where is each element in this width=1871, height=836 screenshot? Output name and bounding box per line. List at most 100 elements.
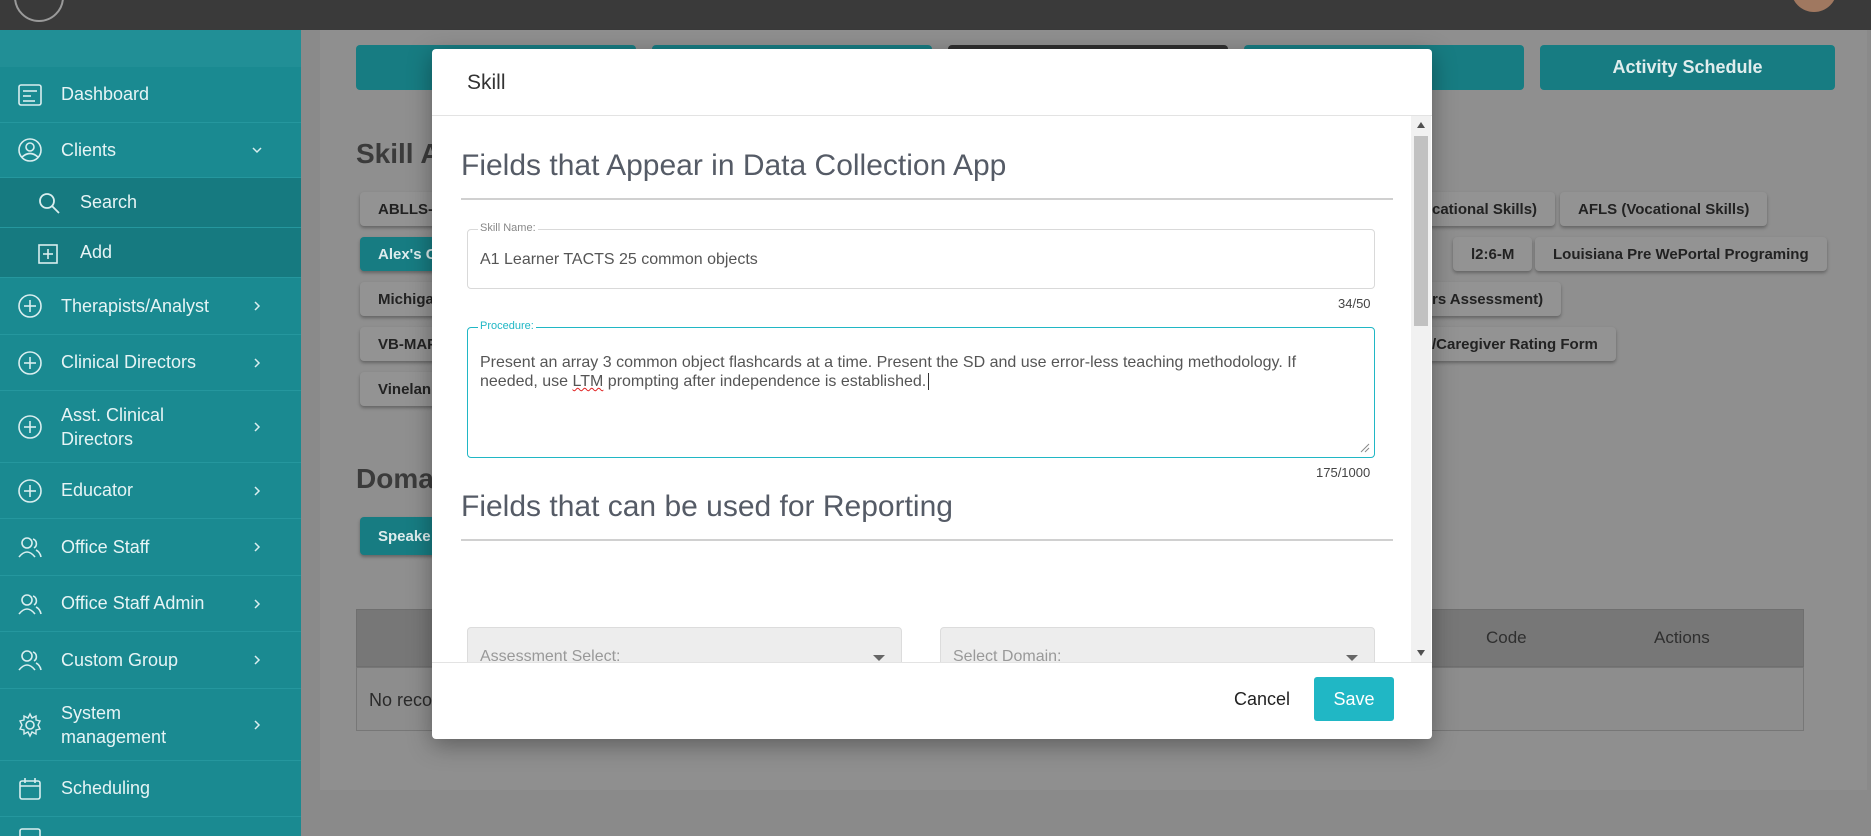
sidebar-item-office-staff-admin[interactable]: Office Staff Admin xyxy=(0,576,301,632)
assessment-select-placeholder: Assessment Select: xyxy=(480,648,621,662)
sidebar-item-dashboard[interactable]: Dashboard xyxy=(0,67,301,123)
sidebar-item-label: Clinical Directors xyxy=(61,352,197,372)
dialog-title: Skill xyxy=(467,71,506,94)
sidebar-item-educator[interactable]: Educator xyxy=(0,463,301,519)
procedure-value: Present an array 3 common object flashca… xyxy=(480,353,1360,391)
domain-heading: Doma xyxy=(356,463,434,494)
sidebar-header xyxy=(0,30,301,67)
chevron-right-icon xyxy=(254,421,261,432)
sidebar-item-scheduling[interactable]: Scheduling xyxy=(0,761,301,817)
assessment-chip[interactable]: rs Assessment) xyxy=(1420,282,1562,316)
sidebar-item-label: Educator xyxy=(61,480,134,500)
procedure-line: needed, use xyxy=(480,373,573,390)
sidebar-item-label: Scheduling xyxy=(61,778,151,798)
add-square-icon xyxy=(38,243,58,264)
plus-circle-icon xyxy=(18,350,42,375)
sidebar-item-asst-clinical-directors[interactable]: Asst. Clinical Directors xyxy=(0,391,301,463)
plus-circle-icon xyxy=(18,294,42,318)
procedure-line: prompting after independence is establis… xyxy=(603,373,927,390)
section-title-app-fields: Fields that Appear in Data Collection Ap… xyxy=(461,149,1007,182)
chevron-right-icon xyxy=(254,485,261,496)
search-icon xyxy=(39,192,60,214)
dashboard-icon xyxy=(18,83,42,106)
sidebar-item-add[interactable]: Add xyxy=(0,228,301,278)
chevron-right-icon xyxy=(254,655,261,665)
chevron-right-icon xyxy=(254,598,261,609)
column-header-code[interactable]: Code xyxy=(1486,628,1527,648)
sidebar-item-therapists[interactable]: Therapists/Analyst xyxy=(0,278,301,335)
sidebar-item-label: Therapists/Analyst xyxy=(61,295,210,316)
chevron-right-icon xyxy=(254,542,261,552)
user-avatar[interactable] xyxy=(1791,0,1837,12)
assessment-chip[interactable]: /Caregiver Rating Form xyxy=(1420,327,1616,361)
top-bar xyxy=(0,0,1871,30)
scroll-down-arrow-icon[interactable] xyxy=(1417,650,1425,656)
gear-icon xyxy=(18,711,42,738)
clients-submenu: Search Add xyxy=(0,178,301,278)
users-icon xyxy=(18,537,42,558)
skill-name-label: Skill Name: xyxy=(478,222,538,234)
sidebar-item-label: System management xyxy=(61,702,167,747)
chevron-right-icon xyxy=(254,357,261,368)
sidebar-item-label: Office Staff Admin xyxy=(61,593,205,613)
tab-activity-schedule[interactable]: Activity Schedule xyxy=(1540,45,1835,90)
users-icon xyxy=(18,650,42,671)
chevron-right-icon xyxy=(254,301,261,311)
scroll-thumb[interactable] xyxy=(1414,136,1428,326)
procedure-counter: 175/1000 xyxy=(1316,465,1371,480)
sidebar-item-clinical-directors[interactable]: Clinical Directors xyxy=(0,335,301,391)
sidebar-item-system-management[interactable]: System management xyxy=(0,689,301,761)
assessment-chip[interactable]: AFLS (Vocational Skills) xyxy=(1560,192,1768,226)
sidebar-item-label: Add xyxy=(80,242,113,262)
plus-circle-icon xyxy=(18,478,42,503)
sidebar-item-label: Office Staff xyxy=(61,536,150,557)
sidebar-item-office-staff[interactable]: Office Staff xyxy=(0,519,301,576)
procedure-textarea[interactable]: Procedure: Present an array 3 common obj… xyxy=(467,320,1375,458)
cancel-button[interactable]: Cancel xyxy=(1228,679,1296,719)
plus-circle-icon xyxy=(18,414,42,439)
sidebar-item-search[interactable]: Search xyxy=(0,178,301,228)
sidebar-item-more[interactable] xyxy=(0,817,301,836)
calendar-icon xyxy=(19,777,41,800)
empty-table-message: No reco xyxy=(369,690,433,710)
procedure-line: Present an array 3 common object flashca… xyxy=(480,354,1297,371)
dialog-body: Fields that Appear in Data Collection Ap… xyxy=(432,116,1432,662)
caret-down-icon xyxy=(873,655,885,661)
domain-select[interactable]: Select Domain: xyxy=(940,627,1375,662)
sidebar-item-label: Asst. Clinical Directors xyxy=(61,404,165,449)
resize-handle-icon[interactable] xyxy=(1360,443,1370,453)
domain-select-placeholder: Select Domain: xyxy=(953,648,1062,662)
dialog-scrollbar[interactable] xyxy=(1411,116,1431,662)
divider xyxy=(432,662,1432,663)
skill-name-field[interactable]: Skill Name: A1 Learner TACTS 25 common o… xyxy=(467,222,1375,289)
app-logo[interactable] xyxy=(14,0,64,22)
sidebar-item-clients[interactable]: Clients xyxy=(0,123,301,178)
sidebar: Dashboard Clients Search Add Therapists/… xyxy=(0,30,301,836)
divider xyxy=(461,539,1393,541)
sidebar-item-custom-group[interactable]: Custom Group xyxy=(0,632,301,689)
text-cursor: ​ xyxy=(928,373,930,390)
sidebar-item-label: Custom Group xyxy=(61,649,179,670)
users-icon xyxy=(18,593,42,615)
divider xyxy=(461,198,1393,200)
assessment-chip[interactable]: l2:6-M xyxy=(1453,237,1533,271)
skill-name-counter: 34/50 xyxy=(1338,296,1371,311)
chevron-down-icon xyxy=(252,147,262,154)
skill-heading: Skill A xyxy=(356,138,441,169)
procedure-label: Procedure: xyxy=(478,320,536,332)
assessment-select[interactable]: Assessment Select: xyxy=(467,627,902,662)
skill-name-value: A1 Learner TACTS 25 common objects xyxy=(480,251,758,268)
save-button[interactable]: Save xyxy=(1314,677,1394,721)
sidebar-item-label: Search xyxy=(80,192,138,212)
caret-down-icon xyxy=(1346,655,1358,661)
column-header-actions[interactable]: Actions xyxy=(1654,628,1710,648)
skill-dialog: Skill Fields that Appear in Data Collect… xyxy=(432,49,1432,739)
sidebar-item-label: Dashboard xyxy=(61,84,150,104)
scroll-up-arrow-icon[interactable] xyxy=(1417,122,1425,128)
sidebar-item-label: Clients xyxy=(61,139,117,160)
user-circle-icon xyxy=(18,138,42,162)
misspelled-word: LTM xyxy=(572,373,604,390)
calendar-icon xyxy=(19,827,41,836)
assessment-chip[interactable]: cational Skills) xyxy=(1420,192,1556,226)
assessment-chip[interactable]: Louisiana Pre WePortal Programing xyxy=(1535,237,1827,271)
